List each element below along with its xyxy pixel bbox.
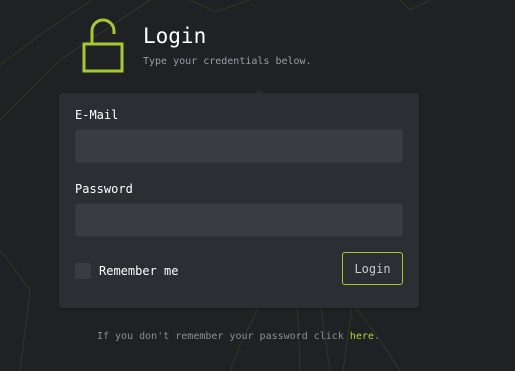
forgot-password-text: If you don't remember your password clic… [97, 331, 350, 342]
unlocked-padlock-icon [82, 18, 124, 73]
forgot-password-hint: If you don't remember your password clic… [0, 330, 477, 344]
login-button[interactable]: Login [342, 252, 403, 285]
page-subtitle: Type your credentials below. [143, 56, 312, 67]
password-label: Password [75, 182, 133, 196]
page-title: Login [143, 24, 207, 48]
email-label: E-Mail [75, 108, 119, 122]
checkbox-box[interactable] [75, 263, 91, 279]
password-field[interactable] [75, 203, 403, 237]
forgot-password-suffix: . [373, 331, 380, 342]
email-field[interactable] [75, 129, 403, 163]
login-page: Login Type your credentials below. E-Mai… [0, 0, 515, 371]
remember-me-label: Remember me [99, 264, 179, 278]
login-form: E-Mail Password Remember me Login [59, 93, 419, 308]
forgot-password-link[interactable]: here [350, 331, 374, 342]
remember-me-checkbox[interactable]: Remember me [75, 263, 178, 279]
